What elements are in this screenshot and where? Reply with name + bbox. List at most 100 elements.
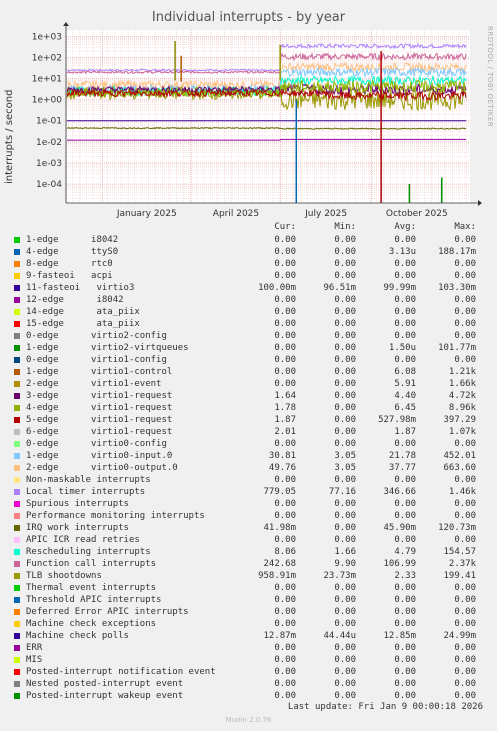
legend-row: 2-edge virtio0-output.0 49.76 3.05 37.77 663… bbox=[14, 462, 484, 474]
legend-series-name: 1-edge virtio2-virtqueues bbox=[26, 343, 189, 353]
legend-row: 8-edge rtc0 0.00 0.00 0.00 0.00 bbox=[14, 258, 484, 270]
legend-value-max: 2.37k bbox=[448, 559, 476, 569]
legend-swatch bbox=[14, 369, 20, 375]
legend-value-max: 4.72k bbox=[448, 391, 476, 401]
legend-swatch bbox=[14, 249, 20, 255]
legend-swatch bbox=[14, 237, 20, 243]
legend-row: 4-edge ttyS0 0.00 0.00 3.13u 188.17m bbox=[14, 246, 484, 258]
legend-swatch bbox=[14, 513, 20, 519]
legend-swatch bbox=[14, 297, 20, 303]
legend-swatch bbox=[14, 669, 20, 675]
legend-series-name: Deferred Error APIC interrupts bbox=[26, 607, 189, 617]
chart-plot: 1e+03 1e+02 1e+01 1e+00 1e-01 1e-02 1e-03 1e-04… bbox=[32, 22, 482, 219]
legend-row: 1-edge virtio1-control 0.00 0.00 6.08 1.21k bbox=[14, 366, 484, 378]
legend-swatch bbox=[14, 525, 20, 531]
legend-row: Performance monitoring interrupts 0.00 0.0… bbox=[14, 510, 484, 522]
legend-series-name: 4-edge virtio1-request bbox=[26, 403, 173, 413]
legend-row: Posted-interrupt notification event 0.00 0… bbox=[14, 666, 484, 678]
legend-series-name: 6-edge virtio1-request bbox=[26, 427, 173, 437]
legend-swatch bbox=[14, 561, 20, 567]
legend-series-name: TLB shootdowns bbox=[26, 571, 102, 581]
plot-background bbox=[66, 30, 470, 203]
legend-series-name: Non-maskable interrupts bbox=[26, 475, 151, 485]
legend-series-name: 0-edge virtio2-config bbox=[26, 331, 167, 341]
legend-value-max: 101.77m bbox=[438, 343, 476, 353]
legend-series-name: ERR bbox=[26, 643, 43, 653]
legend-swatch bbox=[14, 681, 20, 687]
y-axis-arrow bbox=[63, 22, 69, 26]
legend-row: 6-edge virtio1-request 2.01 0.00 1.87 1.07k bbox=[14, 426, 484, 438]
legend-row: 9-fasteoi acpi 0.00 0.00 0.00 0.00 bbox=[14, 270, 484, 282]
legend-value-max: 0.00 bbox=[454, 475, 476, 485]
legend-swatch bbox=[14, 381, 20, 387]
y-tick-label: 1e-04 bbox=[36, 180, 62, 190]
legend-row: Nested posted-interrupt event 0.00 0.00 0.0… bbox=[14, 678, 484, 690]
legend-value-max: 199.41 bbox=[443, 571, 476, 581]
legend-series-name: 3-edge virtio1-request bbox=[26, 391, 173, 401]
legend-value-max: 1.66k bbox=[448, 379, 476, 389]
legend-series-name: Machine check exceptions bbox=[26, 619, 157, 629]
legend-row: 3-edge virtio1-request 1.64 0.00 4.40 4.72k bbox=[14, 390, 484, 402]
legend-swatch bbox=[14, 585, 20, 591]
legend-series-name: 2-edge virtio1-event bbox=[26, 379, 162, 389]
legend-value-max: 103.30m bbox=[438, 283, 476, 293]
legend-series-name: MIS bbox=[26, 655, 43, 665]
legend-series-name: 14-edge ata_piix bbox=[26, 307, 140, 317]
legend-swatch bbox=[14, 273, 20, 279]
last-update: Last update: Fri Jan 9 00:00:18 2026 bbox=[287, 702, 483, 712]
legend-swatch bbox=[14, 609, 20, 615]
legend-value-max: 154.57 bbox=[443, 547, 476, 557]
legend-row: 1-edge virtio2-virtqueues 0.00 0.00 1.50u 10… bbox=[14, 342, 484, 354]
legend-series-name: 11-fasteoi virtio3 bbox=[26, 283, 135, 293]
legend-row: 14-edge ata_piix 0.00 0.00 0.00 0.00 bbox=[14, 306, 484, 318]
legend-value-max: 0.00 bbox=[454, 271, 476, 281]
legend-swatch bbox=[14, 537, 20, 543]
legend-series-name: 4-edge ttyS0 bbox=[26, 247, 119, 257]
legend-row: ERR 0.00 0.00 0.00 0.00 bbox=[14, 642, 484, 654]
legend-column-header: Max: bbox=[454, 222, 476, 232]
legend-row: Thermal event interrupts 0.00 0.00 0.00 0.00 bbox=[14, 582, 484, 594]
x-tick-label: October 2025 bbox=[386, 209, 448, 219]
legend-series-name: 0-edge virtio1-config bbox=[26, 355, 167, 365]
legend-series-name: 5-edge virtio1-request bbox=[26, 415, 173, 425]
y-tick-label: 1e-02 bbox=[36, 138, 62, 148]
legend-row: 1-edge virtio0-input.0 30.81 3.05 21.78 452.… bbox=[14, 450, 484, 462]
legend-swatch bbox=[14, 405, 20, 411]
legend-value-max: 0.00 bbox=[454, 307, 476, 317]
legend-swatch bbox=[14, 417, 20, 423]
legend-row: 11-fasteoi virtio3 100.00m 96.51m 99.99m 103… bbox=[14, 282, 484, 294]
legend-series-name: Machine check polls bbox=[26, 631, 129, 641]
legend-row: Spurious interrupts 0.00 0.00 0.00 0.00 bbox=[14, 498, 484, 510]
legend-swatch bbox=[14, 309, 20, 315]
legend-value-max: 188.17m bbox=[438, 247, 476, 257]
y-tick-label: 1e-03 bbox=[36, 159, 62, 169]
legend-value-max: 0.00 bbox=[454, 535, 476, 545]
legend-series-name: 1-edge virtio0-input.0 bbox=[26, 451, 173, 461]
legend-row: Non-maskable interrupts 0.00 0.00 0.00 0.00 bbox=[14, 474, 484, 486]
y-tick-label: 1e+01 bbox=[32, 75, 62, 85]
legend-row: APIC ICR read retries 0.00 0.00 0.00 0.00 bbox=[14, 534, 484, 546]
legend-swatch bbox=[14, 501, 20, 507]
legend-value-max: 0.00 bbox=[454, 583, 476, 593]
legend-value-max: 0.00 bbox=[454, 679, 476, 689]
legend-swatch bbox=[14, 477, 20, 483]
legend-value-max: 0.00 bbox=[454, 691, 476, 701]
legend-row: 0-edge virtio2-config 0.00 0.00 0.00 0.00 bbox=[14, 330, 484, 342]
legend-swatch bbox=[14, 345, 20, 351]
legend-row: Rescheduling interrupts 8.06 1.66 4.79 154.5… bbox=[14, 546, 484, 558]
legend-row: Posted-interrupt wakeup event 0.00 0.00 0.0… bbox=[14, 690, 484, 702]
y-tick-label: 1e-01 bbox=[36, 117, 62, 127]
legend-row: Deferred Error APIC interrupts 0.00 0.00 0.… bbox=[14, 606, 484, 618]
legend-value-max: 0.00 bbox=[454, 331, 476, 341]
legend-swatch bbox=[14, 633, 20, 639]
legend-row: 0-edge virtio0-config 0.00 0.00 0.00 0.00 bbox=[14, 438, 484, 450]
legend-swatch bbox=[14, 429, 20, 435]
legend-swatch bbox=[14, 693, 20, 699]
legend-swatch bbox=[14, 621, 20, 627]
legend-value-max: 0.00 bbox=[454, 667, 476, 677]
legend-series-name: 1-edge i8042 bbox=[26, 235, 119, 245]
legend-row: 5-edge virtio1-request 1.87 0.00 527.98m 397… bbox=[14, 414, 484, 426]
legend-row: 1-edge i8042 0.00 0.00 0.00 0.00 bbox=[14, 234, 484, 246]
legend-value-max: 0.00 bbox=[454, 295, 476, 305]
legend-value-max: 1.46k bbox=[448, 487, 476, 497]
